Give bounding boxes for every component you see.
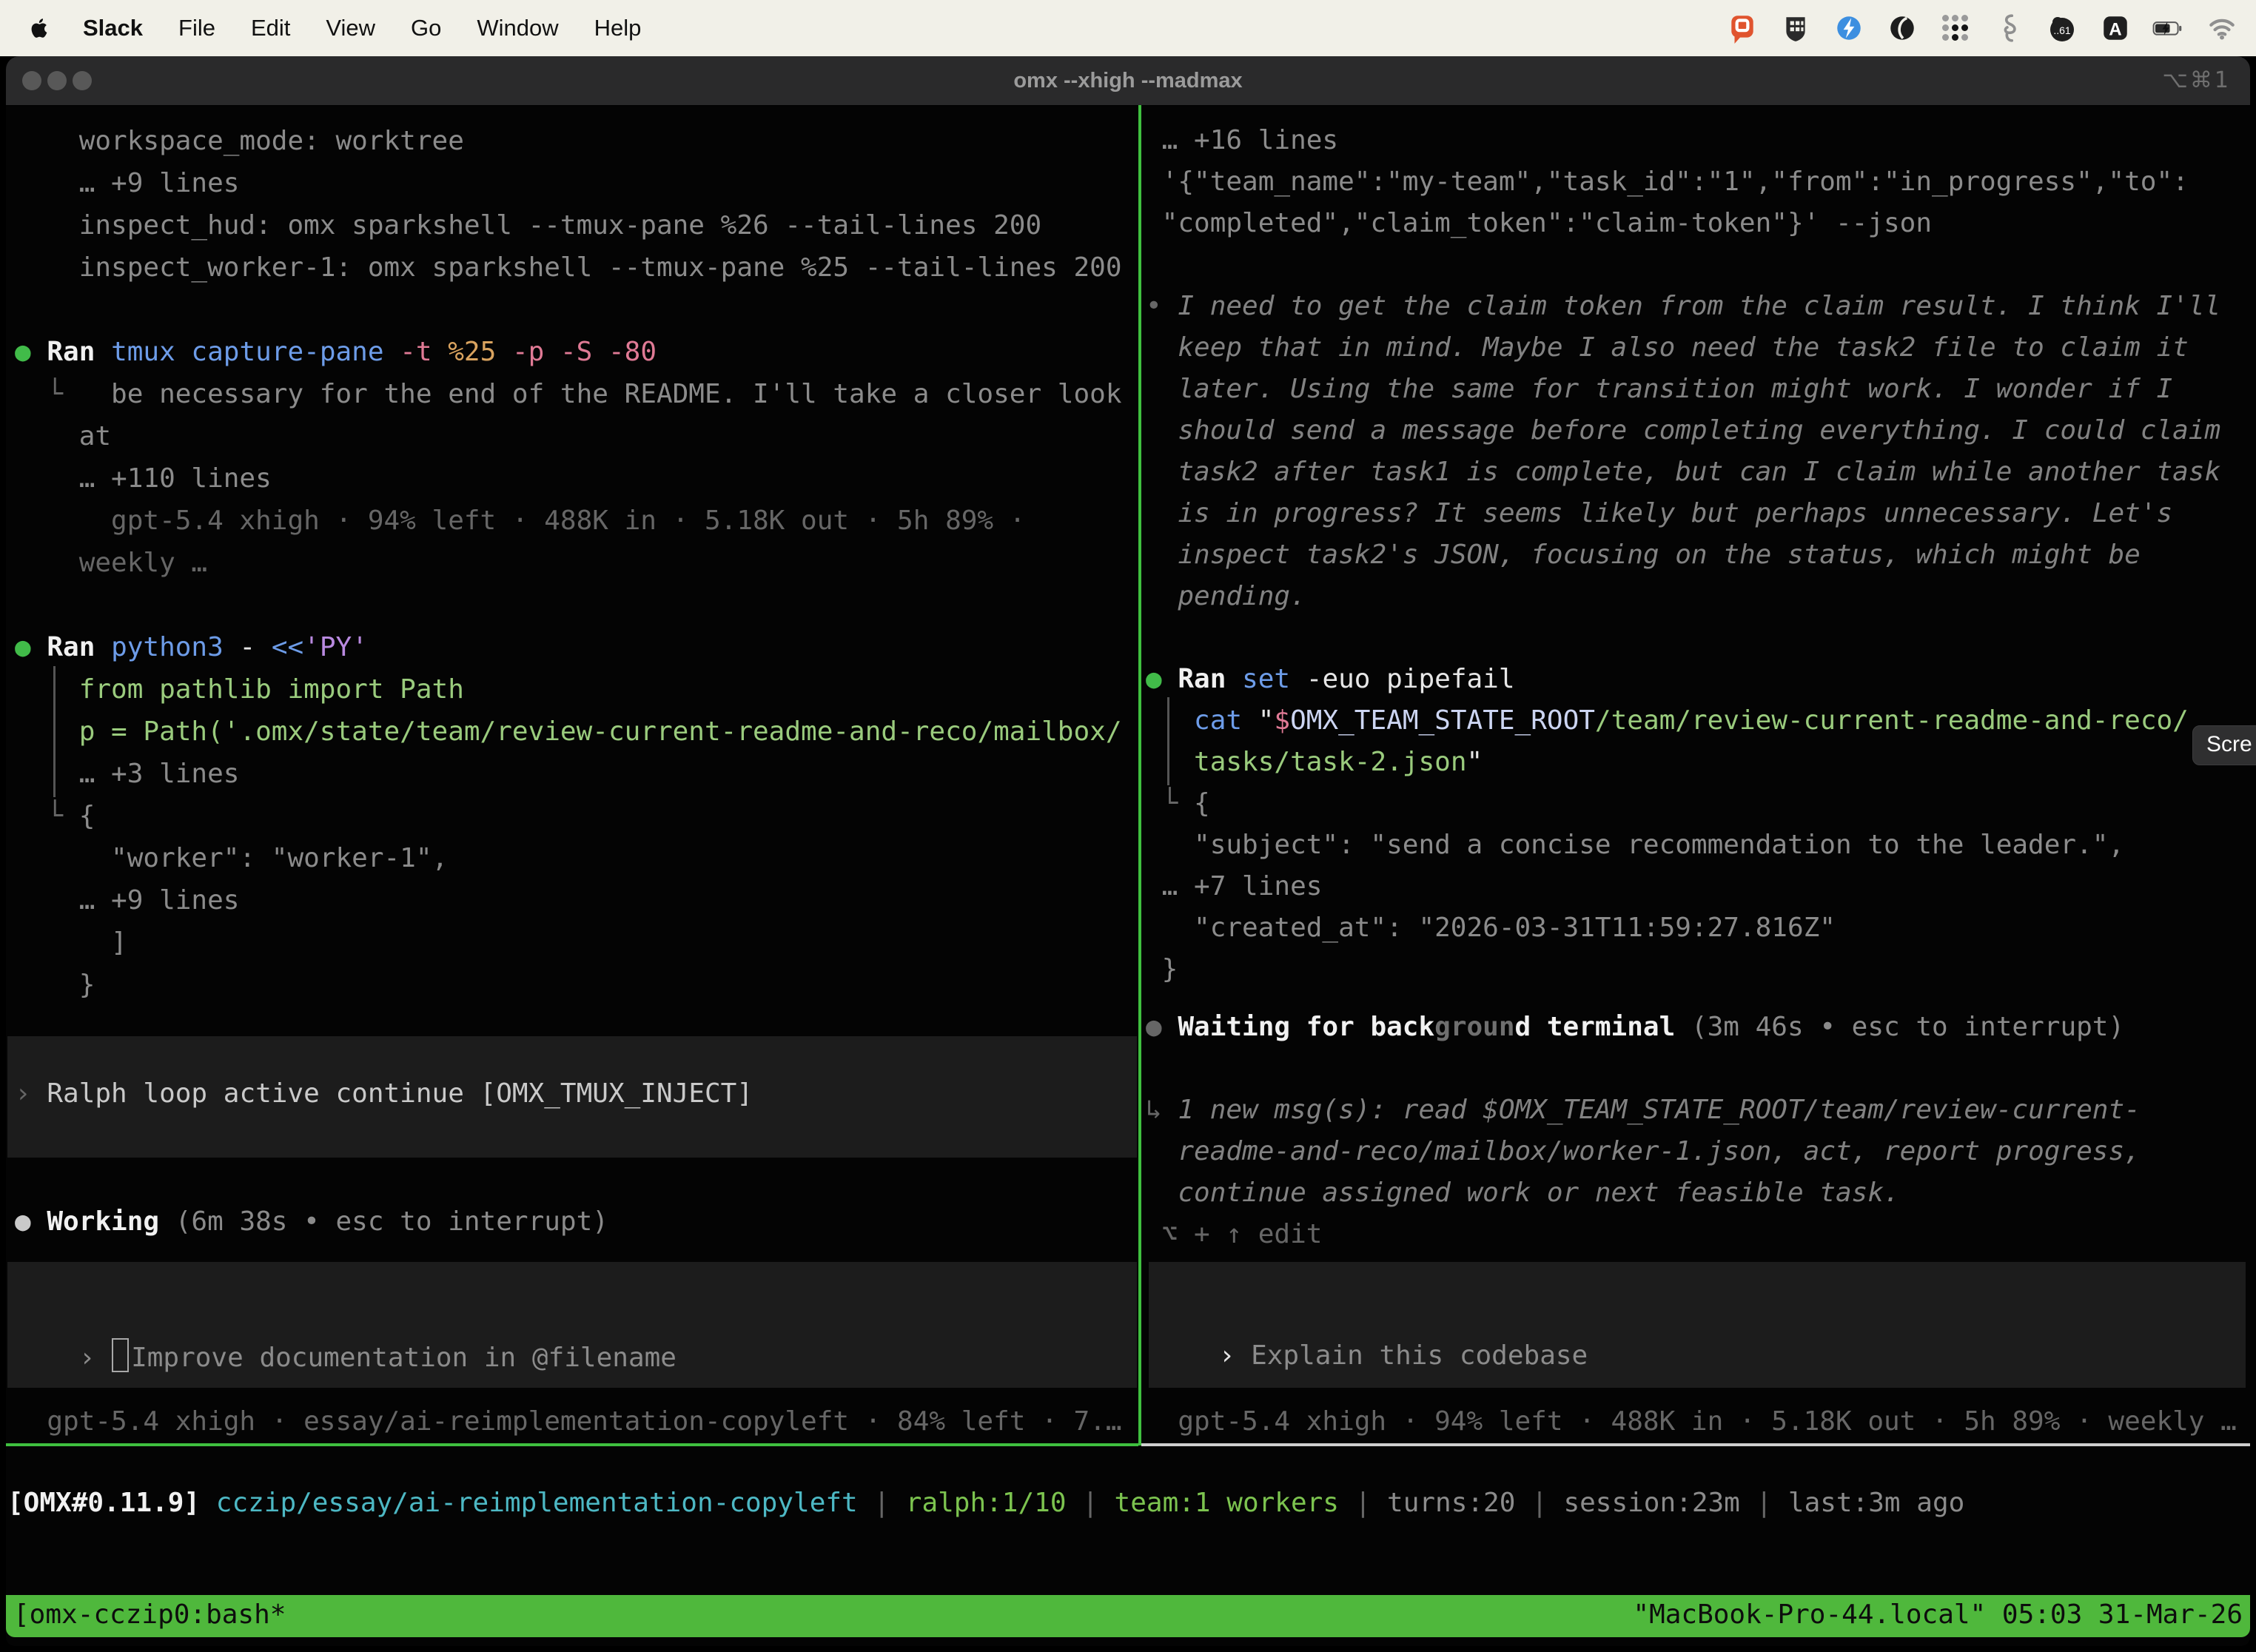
terminal-line: workspace_mode: worktree: [15, 120, 1137, 162]
terminal-line: ⌥ + ↑ edit: [1146, 1214, 2249, 1255]
screen-overlay-button[interactable]: Scre: [2192, 725, 2256, 765]
svg-text:A: A: [2109, 19, 2121, 39]
prompt-chevron: ›: [1219, 1340, 1251, 1371]
wifi-icon[interactable]: [2206, 12, 2238, 44]
battery-icon[interactable]: [2152, 12, 2185, 44]
left-pane-log: workspace_mode: worktree … +9 lines insp…: [15, 120, 1137, 1006]
composer-placeholder: Explain this codebase: [1251, 1340, 1588, 1371]
terminal-line: gpt-5.4 xhigh · 94% left · 488K in · 5.1…: [1146, 1404, 2237, 1440]
terminal-line: pending.: [1146, 576, 2249, 617]
terminal-line: readme-and-reco/mailbox/worker-1.json, a…: [1146, 1131, 2249, 1172]
terminal-line: ● Ran set -euo pipefail: [1146, 659, 2249, 700]
terminal-line: gpt-5.4 xhigh · essay/ai-reimplementatio…: [15, 1404, 1122, 1440]
tmux-host-clock: "MacBook-Pro-44.local" 05:03 31-Mar-26: [1633, 1599, 2243, 1630]
terminal-line: keep that in mind. Maybe I also need the…: [1146, 327, 2249, 369]
right-pane-log: … +16 lines '{"team_name":"my-team","tas…: [1146, 120, 2249, 1255]
left-pane-bottom-border: [6, 1443, 1138, 1446]
terminal-line: ● Waiting for background terminal (3m 46…: [1146, 1007, 2249, 1048]
menu-help[interactable]: Help: [594, 15, 642, 41]
tmux-pane-divider[interactable]: [1138, 105, 1141, 1446]
terminal-line: … +3 lines: [15, 753, 1137, 795]
input-source-icon[interactable]: A: [2099, 12, 2132, 44]
omx-status-line: [OMX#0.11.9] cczip/essay/ai-reimplementa…: [7, 1485, 1964, 1521]
terminal-line: "completed","claim_token":"claim-token"}…: [1146, 203, 2249, 244]
prompt-chevron: ›: [79, 1343, 111, 1373]
left-session-status: gpt-5.4 xhigh · essay/ai-reimplementatio…: [15, 1404, 1122, 1440]
terminal-line: is in progress? It seems likely but perh…: [1146, 493, 2249, 534]
terminal-line: … +7 lines: [1146, 866, 2249, 907]
composer-placeholder: Improve documentation in @filename: [131, 1343, 677, 1373]
menu-app-name[interactable]: Slack: [83, 15, 143, 41]
terminal-line: … +110 lines: [15, 457, 1137, 500]
apple-menu-icon[interactable]: [27, 16, 52, 41]
terminal-line: • I need to get the claim token from the…: [1146, 286, 2249, 327]
terminal-line: … +9 lines: [15, 162, 1137, 204]
terminal-line: "created_at": "2026-03-31T11:59:27.816Z": [1146, 907, 2249, 949]
dark-disc-icon[interactable]: [1886, 12, 1918, 44]
right-pane-bottom-border: [1141, 1443, 2250, 1446]
terminal-line: "subject": "send a concise recommendatio…: [1146, 825, 2249, 866]
terminal-line: '{"team_name":"my-team","task_id":"1","f…: [1146, 161, 2249, 203]
terminal-line: at: [15, 415, 1137, 457]
ralph-loop-status: › Ralph loop active continue [OMX_TMUX_I…: [15, 1076, 753, 1112]
terminal-line: ● Working (6m 38s • esc to interrupt): [15, 1204, 608, 1240]
terminal-line: from pathlib import Path: [15, 668, 1137, 711]
right-composer-input[interactable]: › Explain this codebase: [1155, 1303, 1588, 1409]
window-shortcut-hint: ⌥⌘1: [2162, 56, 2231, 105]
terminal-line: gpt-5.4 xhigh · 94% left · 488K in · 5.1…: [15, 500, 1137, 542]
bolt-circle-icon[interactable]: [1833, 12, 1865, 44]
terminal-line: └ be necessary for the end of the README…: [15, 373, 1137, 415]
count-badge-icon[interactable]: ..61: [2046, 12, 2078, 44]
terminal-line: └ {: [15, 795, 1137, 837]
window-title-bar: omx --xhigh --madmax ⌥⌘1: [6, 56, 2250, 106]
tmux-session-name: [omx-cczip0:bash*: [13, 1599, 286, 1630]
screen-overlay-label: Scre: [2206, 732, 2252, 756]
terminal-line: [omx-cczip0:bash*: [13, 1599, 286, 1630]
terminal-line: }: [1146, 949, 2249, 990]
menu-status-icons: ..61 A: [1726, 12, 2256, 44]
terminal-line: "worker": "worker-1",: [15, 837, 1137, 879]
menu-file[interactable]: File: [178, 15, 215, 41]
terminal-line: p = Path('.omx/state/team/review-current…: [15, 711, 1137, 753]
terminal-line: └ {: [1146, 783, 2249, 825]
terminal-line: … +16 lines: [1146, 120, 2249, 161]
text-cursor: [112, 1338, 129, 1372]
terminal-line: later. Using the same for transition mig…: [1146, 369, 2249, 410]
terminal-line: cat "$OMX_TEAM_STATE_ROOT/team/review-cu…: [1146, 700, 2249, 742]
terminal-line: ↳ 1 new msg(s): read $OMX_TEAM_STATE_ROO…: [1146, 1089, 2249, 1131]
terminal-line: ● Ran tmux capture-pane -t %25 -p -S -80: [15, 331, 1137, 373]
menu-go[interactable]: Go: [411, 15, 441, 41]
terminal-line: inspect task2's JSON, focusing on the st…: [1146, 534, 2249, 576]
tmux-status-bar: [omx-cczip0:bash* "MacBook-Pro-44.local"…: [6, 1595, 2250, 1637]
terminal-window: omx --xhigh --madmax ⌥⌘1 workspace_mode:…: [6, 56, 2250, 1646]
terminal-line: ]: [15, 921, 1137, 964]
terminal-line: weekly …: [15, 542, 1137, 584]
squiggle-icon[interactable]: [1993, 12, 2025, 44]
menu-edit[interactable]: Edit: [251, 15, 290, 41]
grid-shield-icon[interactable]: [1779, 12, 1812, 44]
svg-text:..61: ..61: [2053, 24, 2071, 36]
menu-view[interactable]: View: [326, 15, 375, 41]
terminal-line: ● Ran python3 - <<'PY': [15, 626, 1137, 668]
terminal-line: … +9 lines: [15, 879, 1137, 921]
terminal-line: task2 after task1 is complete, but can I…: [1146, 451, 2249, 493]
terminal-line: should send a message before completing …: [1146, 410, 2249, 451]
menu-window[interactable]: Window: [477, 15, 558, 41]
window-title: omx --xhigh --madmax: [6, 56, 2250, 105]
terminal-line: › Ralph loop active continue [OMX_TMUX_I…: [15, 1076, 753, 1112]
right-session-status: gpt-5.4 xhigh · 94% left · 488K in · 5.1…: [1146, 1404, 2237, 1440]
macos-menu-bar: Slack File Edit View Go Window Help: [0, 0, 2256, 56]
terminal-line: continue assigned work or next feasible …: [1146, 1172, 2249, 1214]
terminal-line: inspect_worker-1: omx sparkshell --tmux-…: [15, 246, 1137, 289]
terminal-line: }: [15, 964, 1137, 1006]
terminal-line: [OMX#0.11.9] cczip/essay/ai-reimplementa…: [7, 1485, 1964, 1521]
working-status: ● Working (6m 38s • esc to interrupt): [15, 1204, 608, 1240]
terminal-line: inspect_hud: omx sparkshell --tmux-pane …: [15, 204, 1137, 246]
terminal-line: "MacBook-Pro-44.local" 05:03 31-Mar-26: [1633, 1599, 2243, 1630]
terminal-line: tasks/task-2.json": [1146, 742, 2249, 783]
left-composer-input[interactable]: › Improve documentation in @filename: [15, 1303, 677, 1411]
dots-grid-icon[interactable]: [1939, 12, 1972, 44]
chat-badge-icon[interactable]: [1726, 12, 1759, 44]
